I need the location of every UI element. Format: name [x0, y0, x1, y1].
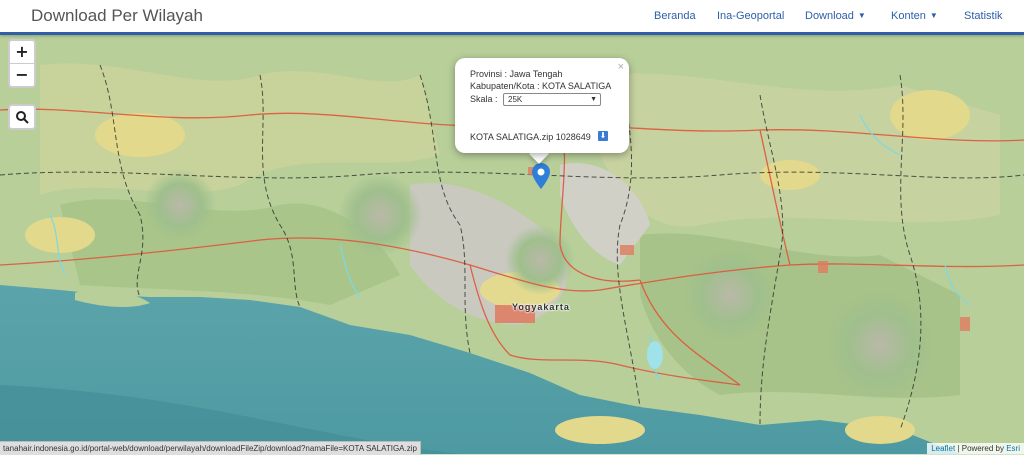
zoom-control: + − [8, 39, 36, 88]
popup-close-button[interactable]: × [618, 61, 624, 73]
search-icon [16, 111, 29, 124]
skala-select-value: 25K [508, 95, 523, 104]
popup-file-link[interactable]: KOTA SALATIGA.zip 1028649 [470, 132, 591, 142]
top-navbar: Download Per Wilayah Beranda Ina-Geoport… [0, 0, 1024, 35]
nav-download-label: Download [805, 10, 854, 22]
attribution-separator: | Powered by [955, 444, 1007, 453]
chevron-down-icon: ▼ [857, 11, 866, 20]
popup-skala-row: Skala : 25K ▼ [470, 93, 602, 106]
leaflet-link[interactable]: Leaflet [931, 444, 955, 453]
map-attribution: Leaflet | Powered by Esri [927, 443, 1024, 454]
zoom-in-button[interactable]: + [10, 41, 34, 63]
nav-ina-geoportal[interactable]: Ina-Geoportal [717, 10, 784, 22]
nav-download[interactable]: Download ▼ [805, 10, 866, 22]
location-marker-icon[interactable] [532, 163, 550, 189]
nav-statistik[interactable]: Statistik [964, 10, 1003, 22]
popup-skala-label: Skala : [470, 93, 498, 104]
chevron-down-icon: ▼ [590, 96, 598, 103]
popup-kabupaten: Kabupaten/Kota : KOTA SALATIGA [470, 81, 612, 91]
city-label-yogyakarta: Yogyakarta [512, 302, 570, 312]
page-title: Download Per Wilayah [31, 6, 203, 25]
skala-select[interactable]: 25K ▼ [503, 93, 602, 106]
download-icon[interactable]: ⬇ [598, 131, 608, 141]
zoom-out-button[interactable]: − [10, 63, 34, 86]
nav-konten-label: Konten [891, 10, 926, 22]
map-search-button[interactable] [8, 104, 36, 130]
region-popup: × Provinsi : Jawa Tengah Kabupaten/Kota … [455, 58, 629, 153]
esri-link[interactable]: Esri [1006, 444, 1020, 453]
nav-konten[interactable]: Konten ▼ [891, 10, 938, 22]
status-bar-url: tanahair.indonesia.go.id/portal-web/down… [0, 441, 421, 455]
nav-beranda[interactable]: Beranda [654, 10, 696, 22]
chevron-down-icon: ▼ [929, 11, 938, 20]
popup-provinsi: Provinsi : Jawa Tengah [470, 69, 563, 79]
